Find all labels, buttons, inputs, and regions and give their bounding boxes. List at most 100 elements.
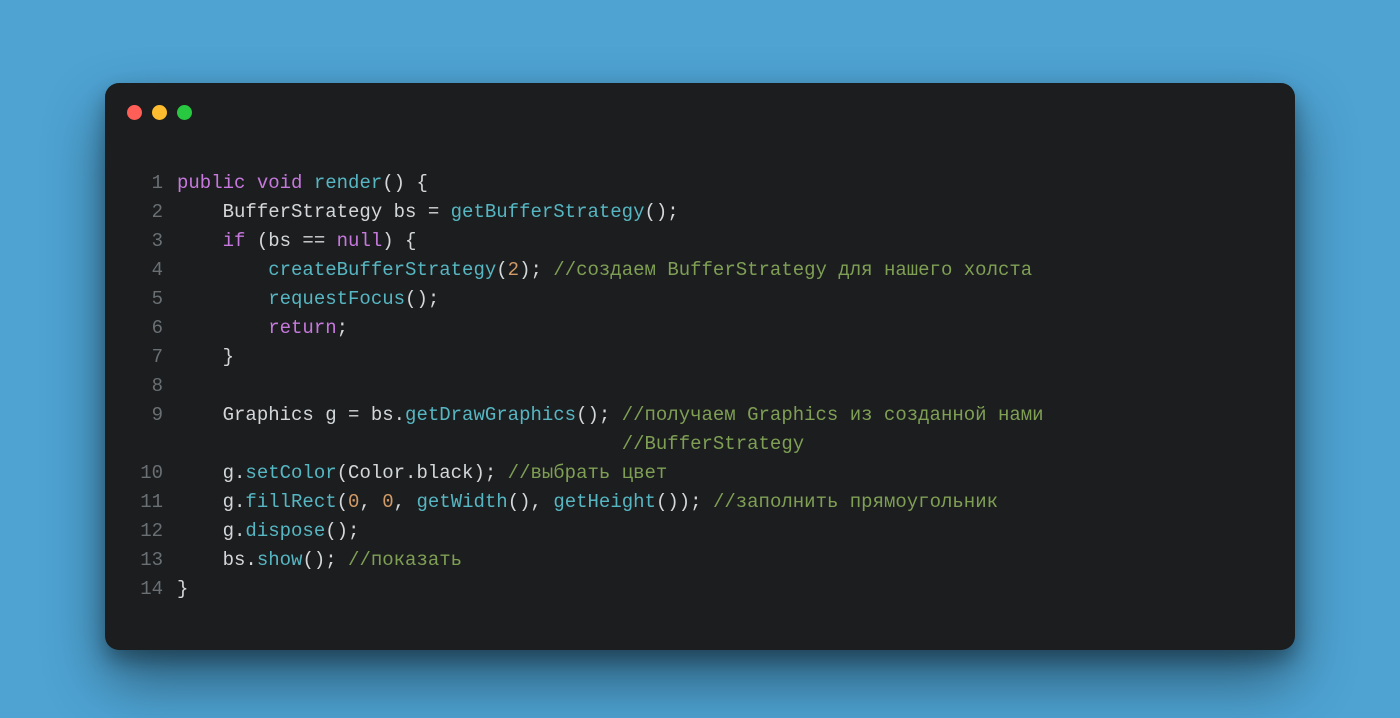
token-com: //BufferStrategy [622,433,804,455]
code-line: 9 Graphics g = bs.getDrawGraphics(); //п… [133,401,1267,430]
token-plain: (); [325,520,359,542]
token-plain [177,259,268,281]
token-plain: (); [405,288,439,310]
token-num: 2 [508,259,519,281]
token-plain: } [177,578,188,600]
line-number: 10 [133,459,163,488]
code-line: 14} [133,575,1267,604]
code-content: bs.show(); //показать [177,546,462,575]
token-com: //заполнить прямоугольник [713,491,998,513]
line-number: 11 [133,488,163,517]
token-plain: (); [302,549,348,571]
token-plain: ); [519,259,553,281]
code-content: g.fillRect(0, 0, getWidth(), getHeight()… [177,488,998,517]
token-fn: createBufferStrategy [268,259,496,281]
code-line: 13 bs.show(); //показать [133,546,1267,575]
token-com: //выбрать цвет [508,462,668,484]
token-fn: setColor [245,462,336,484]
token-plain: bs. [177,549,257,571]
code-line: 10 g.setColor(Color.black); //выбрать цв… [133,459,1267,488]
token-fn: getWidth [416,491,507,513]
token-plain: ( [337,491,348,513]
token-plain [302,172,313,194]
token-com: //создаем BufferStrategy для нашего холс… [553,259,1032,281]
token-plain: ) { [382,230,416,252]
token-kw: public [177,172,245,194]
token-plain [177,288,268,310]
code-line: 1 public void render() { [133,169,1267,198]
code-line: 4 createBufferStrategy(2); //создаем Buf… [133,256,1267,285]
window-traffic-lights [127,105,192,120]
token-plain: (Color.black); [337,462,508,484]
token-plain: g. [177,462,245,484]
token-plain: (); [645,201,679,223]
token-fn: getHeight [553,491,656,513]
zoom-icon[interactable] [177,105,192,120]
token-plain: (); [576,404,622,426]
code-content: public void render() { [177,169,428,198]
code-line: 6 return; [133,314,1267,343]
code-content: requestFocus(); [177,285,439,314]
token-plain: g. [177,491,245,513]
code-content: g.dispose(); [177,517,359,546]
token-plain [245,172,256,194]
token-com: //получаем Graphics из созданной нами [622,404,1044,426]
token-plain [177,433,622,455]
token-fn: getBufferStrategy [451,201,645,223]
line-number: 13 [133,546,163,575]
token-fn: dispose [245,520,325,542]
token-plain [177,317,268,339]
token-plain: ; [337,317,348,339]
code-content: createBufferStrategy(2); //создаем Buffe… [177,256,1032,285]
line-number: 8 [133,372,163,401]
token-plain: BufferStrategy bs = [177,201,451,223]
code-content: if (bs == null) { [177,227,416,256]
code-content: return; [177,314,348,343]
code-line: //BufferStrategy [133,430,1267,459]
token-plain: } [177,346,234,368]
line-number: 1 [133,169,163,198]
code-line: 2 BufferStrategy bs = getBufferStrategy(… [133,198,1267,227]
line-number: 4 [133,256,163,285]
token-plain: ()); [656,491,713,513]
token-kw: if [223,230,246,252]
token-plain: () { [382,172,428,194]
token-fn: render [314,172,382,194]
line-number: 7 [133,343,163,372]
token-num: 0 [348,491,359,513]
token-plain: Graphics g = bs. [177,404,405,426]
code-content: //BufferStrategy [177,430,804,459]
code-block: 1public void render() {2 BufferStrategy … [133,169,1267,604]
token-kw: void [257,172,303,194]
minimize-icon[interactable] [152,105,167,120]
token-kw: return [268,317,336,339]
token-num: 0 [382,491,393,513]
line-number: 6 [133,314,163,343]
token-plain: (), [508,491,554,513]
token-kw: null [337,230,383,252]
code-line: 8 [133,372,1267,401]
token-plain: , [359,491,382,513]
token-fn: show [257,549,303,571]
token-com: //показать [348,549,462,571]
line-number: 9 [133,401,163,430]
code-line: 5 requestFocus(); [133,285,1267,314]
code-line: 3 if (bs == null) { [133,227,1267,256]
code-window: 1public void render() {2 BufferStrategy … [105,83,1295,650]
token-plain [177,230,223,252]
token-plain: g. [177,520,245,542]
code-line: 11 g.fillRect(0, 0, getWidth(), getHeigh… [133,488,1267,517]
code-content: g.setColor(Color.black); //выбрать цвет [177,459,667,488]
code-line: 7 } [133,343,1267,372]
token-plain: ( [496,259,507,281]
token-plain: , [394,491,417,513]
line-number: 12 [133,517,163,546]
code-content: } [177,575,188,604]
line-number: 2 [133,198,163,227]
token-fn: fillRect [245,491,336,513]
token-plain: (bs == [245,230,336,252]
code-content: Graphics g = bs.getDrawGraphics(); //пол… [177,401,1044,430]
close-icon[interactable] [127,105,142,120]
token-fn: getDrawGraphics [405,404,576,426]
line-number: 14 [133,575,163,604]
